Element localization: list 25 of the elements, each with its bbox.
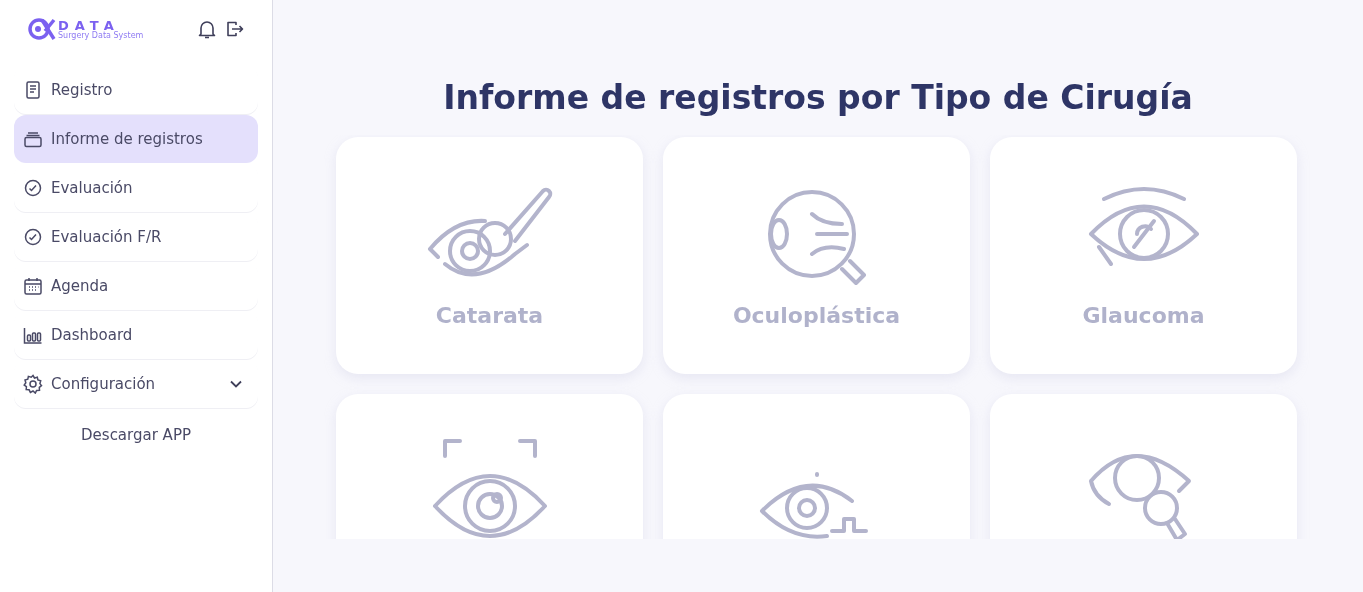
download-link[interactable]: Descargar APP: [81, 426, 191, 444]
nav-item[interactable]: Evaluación: [14, 164, 258, 212]
card-label: Glaucoma: [1082, 303, 1205, 328]
nav-item[interactable]: Registro: [14, 66, 258, 114]
logo-icon: [28, 17, 56, 41]
settings-icon: [23, 374, 43, 394]
document-icon: [23, 80, 43, 100]
calendar-icon: [23, 276, 43, 296]
page-title: Informe de registros por Tipo de Cirugía: [443, 78, 1193, 117]
nav-item[interactable]: Evaluación F/R: [14, 213, 258, 261]
nav-item[interactable]: Dashboard: [14, 311, 258, 359]
nav-item[interactable]: Configuración: [14, 360, 258, 408]
brand-tagline: Surgery Data System: [58, 31, 144, 40]
folder-icon: [23, 129, 43, 149]
card-label: Oculoplástica: [732, 303, 901, 328]
check-circle-icon: [23, 227, 43, 247]
card-label: Catarata: [435, 303, 544, 328]
nav-item[interactable]: Agenda: [14, 262, 258, 310]
bar-chart-icon: [23, 325, 43, 345]
check-circle-icon: [23, 178, 43, 198]
brand-name: DATA: [58, 18, 120, 32]
chevron-icon[interactable]: [229, 379, 243, 389]
logout-icon[interactable]: [226, 20, 244, 38]
nav-item[interactable]: Informe de registros: [14, 115, 258, 163]
bell-icon[interactable]: [198, 19, 216, 39]
